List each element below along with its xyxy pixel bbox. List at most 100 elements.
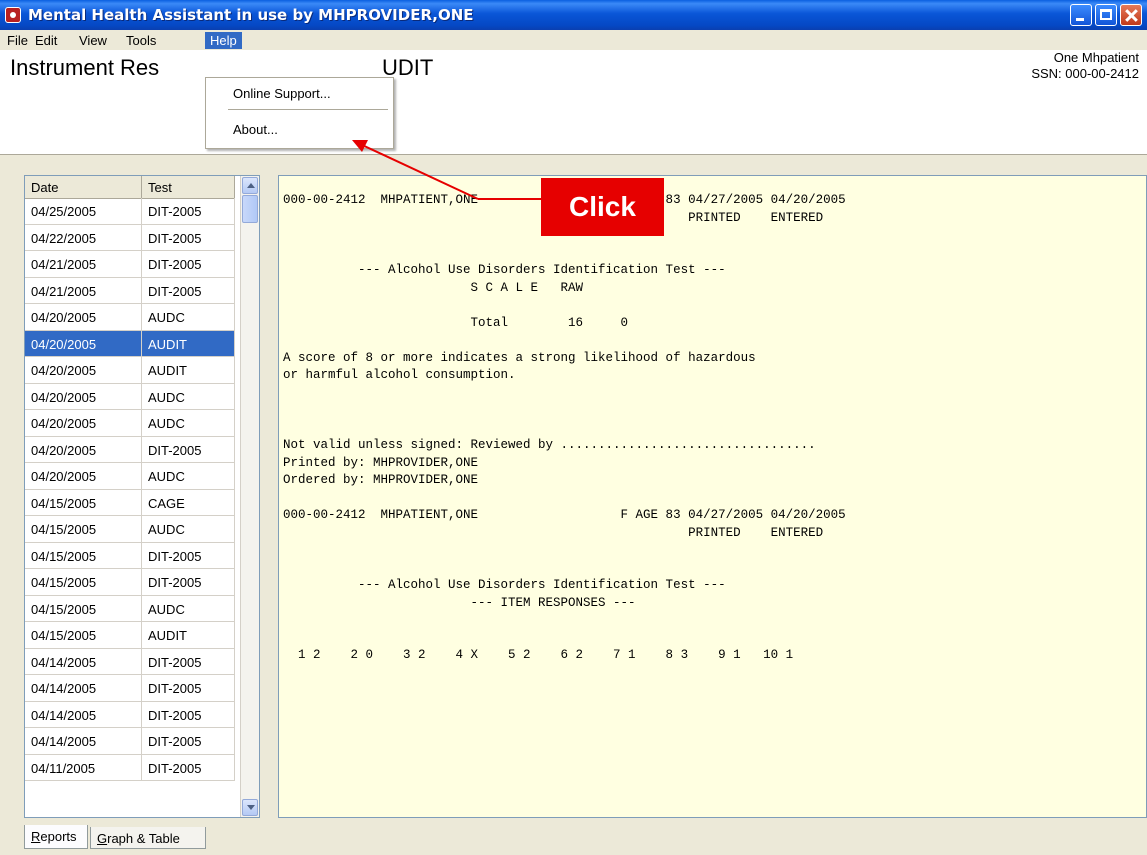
list-item[interactable]: 04/15/2005 AUDC	[25, 595, 235, 622]
list-item-date: 04/15/2005	[25, 622, 142, 648]
list-item-test: DIT-2005	[142, 277, 235, 303]
list-item[interactable]: 04/14/2005 DIT-2005	[25, 701, 235, 728]
list-item-date: 04/21/2005	[25, 251, 142, 277]
menu-tools[interactable]: Tools	[121, 32, 161, 49]
menu-file[interactable]: File	[2, 32, 33, 49]
menu-separator	[228, 109, 388, 110]
tab-reports-label: eports	[40, 829, 77, 844]
menu-help[interactable]: Help	[205, 32, 242, 49]
list-item-date: 04/15/2005	[25, 569, 142, 595]
tab-graph-table[interactable]: Graph & Table	[90, 827, 206, 849]
list-item[interactable]: 04/15/2005 DIT-2005	[25, 542, 235, 569]
list-item-date: 04/25/2005	[25, 198, 142, 224]
list-item-test: AUDC	[142, 383, 235, 409]
list-item[interactable]: 04/25/2005 DIT-2005	[25, 198, 235, 225]
list-item-test: DIT-2005	[142, 569, 235, 595]
list-item-test: DIT-2005	[142, 224, 235, 250]
menu-edit[interactable]: Edit	[30, 32, 62, 49]
list-item[interactable]: 04/20/2005 AUDIT	[25, 330, 235, 357]
report-line: Ordered by: MHPROVIDER,ONE	[283, 473, 479, 487]
list-item-test: DIT-2005	[142, 728, 235, 754]
report-line: A score of 8 or more indicates a strong …	[283, 350, 756, 365]
list-item[interactable]: 04/20/2005 AUDC	[25, 410, 235, 437]
report-line: or harmful alcohol consumption.	[283, 368, 516, 382]
list-item-date: 04/20/2005	[25, 330, 142, 356]
list-item-date: 04/20/2005	[25, 304, 142, 330]
list-item[interactable]: 04/15/2005 DIT-2005	[25, 569, 235, 596]
instrument-header	[0, 50, 1147, 155]
list-item-test: AUDC	[142, 595, 235, 621]
list-item-date: 04/15/2005	[25, 489, 142, 515]
list-item[interactable]: 04/21/2005 DIT-2005	[25, 251, 235, 278]
list-item-date: 04/15/2005	[25, 595, 142, 621]
report-line: --- ITEM RESPONSES ---	[283, 595, 636, 610]
list-item-date: 04/20/2005	[25, 357, 142, 383]
list-item[interactable]: 04/15/2005 AUDIT	[25, 622, 235, 649]
scroll-up-arrow-icon[interactable]	[242, 177, 258, 194]
list-item-test: AUDIT	[142, 622, 235, 648]
list-item[interactable]: 04/20/2005 AUDIT	[25, 357, 235, 384]
list-item[interactable]: 04/20/2005 AUDC	[25, 463, 235, 490]
list-item-date: 04/20/2005	[25, 463, 142, 489]
maximize-button[interactable]	[1095, 4, 1117, 26]
patient-ssn: SSN: 000-00-2412	[1031, 66, 1139, 81]
list-item-date: 04/20/2005	[25, 383, 142, 409]
list-item[interactable]: 04/14/2005 DIT-2005	[25, 728, 235, 755]
tab-reports-mnemonic: R	[31, 829, 41, 844]
list-header: Date Test	[25, 176, 235, 199]
list-item-test: DIT-2005	[142, 436, 235, 462]
scroll-down-arrow-icon[interactable]	[242, 799, 258, 816]
list-item-test: AUDC	[142, 516, 235, 542]
list-item-date: 04/11/2005	[25, 754, 142, 780]
menu-item-online-support[interactable]: Online Support...	[233, 86, 331, 101]
report-line: Total 16 0	[283, 315, 629, 330]
menu-item-about[interactable]: About...	[233, 122, 278, 137]
title-bar: Mental Health Assistant in use by MHPROV…	[0, 0, 1147, 30]
list-item-date: 04/14/2005	[25, 701, 142, 727]
list-item-test: DIT-2005	[142, 675, 235, 701]
report-line: 000-00-2412 MHPATIENT,ONE F AGE 83 04/27…	[283, 508, 846, 522]
list-item[interactable]: 04/15/2005 CAGE	[25, 489, 235, 516]
list-item[interactable]: 04/22/2005 DIT-2005	[25, 224, 235, 251]
list-item-test: DIT-2005	[142, 542, 235, 568]
window-title: Mental Health Assistant in use by MHPROV…	[28, 6, 474, 24]
report-text: 000-00-2412 MHPATIENT,ONE F AGE 83 04/27…	[283, 192, 846, 665]
close-button[interactable]	[1120, 4, 1142, 26]
tab-reports[interactable]: Reports	[24, 825, 88, 849]
list-item[interactable]: 04/11/2005 DIT-2005	[25, 754, 235, 781]
report-line: 1 2 2 0 3 2 4 X 5 2 6 2 7 1 8 3 9 1 10 1	[283, 648, 794, 662]
column-header-test[interactable]: Test	[142, 176, 235, 198]
app-icon[interactable]	[5, 7, 21, 23]
report-line: --- Alcohol Use Disorders Identification…	[283, 263, 726, 277]
list-item[interactable]: 04/21/2005 DIT-2005	[25, 277, 235, 304]
list-item[interactable]: 04/20/2005 AUDC	[25, 304, 235, 331]
patient-name: One Mhpatient	[1053, 50, 1139, 65]
list-item-test: AUDC	[142, 463, 235, 489]
list-item[interactable]: 04/14/2005 DIT-2005	[25, 675, 235, 702]
list-item-date: 04/14/2005	[25, 675, 142, 701]
list-item-test: AUDIT	[142, 330, 235, 356]
column-header-date[interactable]: Date	[25, 176, 142, 198]
list-item-date: 04/14/2005	[25, 648, 142, 674]
minimize-button[interactable]	[1070, 4, 1092, 26]
list-item[interactable]: 04/20/2005 DIT-2005	[25, 436, 235, 463]
list-item-date: 04/21/2005	[25, 277, 142, 303]
list-item[interactable]: 04/14/2005 DIT-2005	[25, 648, 235, 675]
list-item-date: 04/20/2005	[25, 410, 142, 436]
report-line: --- Alcohol Use Disorders Identification…	[283, 578, 726, 592]
list-item-test: DIT-2005	[142, 648, 235, 674]
list-item[interactable]: 04/20/2005 AUDC	[25, 383, 235, 410]
report-line: Printed by: MHPROVIDER,ONE	[283, 455, 479, 470]
report-panel: 000-00-2412 MHPATIENT,ONE F AGE 83 04/27…	[278, 175, 1147, 818]
list-rows: 04/25/2005 DIT-2005 04/22/2005 DIT-2005 04/2…	[25, 198, 235, 781]
list-item-test: AUDC	[142, 410, 235, 436]
menu-view[interactable]: View	[74, 32, 112, 49]
list-item-date: 04/20/2005	[25, 436, 142, 462]
list-item-test: DIT-2005	[142, 754, 235, 780]
tab-graph-label: raph & Table	[107, 831, 180, 846]
help-dropdown-menu: Online Support... About...	[205, 77, 394, 149]
scroll-thumb[interactable]	[242, 195, 258, 223]
click-callout: Click	[541, 178, 664, 236]
list-scrollbar[interactable]	[240, 176, 259, 817]
list-item[interactable]: 04/15/2005 AUDC	[25, 516, 235, 543]
